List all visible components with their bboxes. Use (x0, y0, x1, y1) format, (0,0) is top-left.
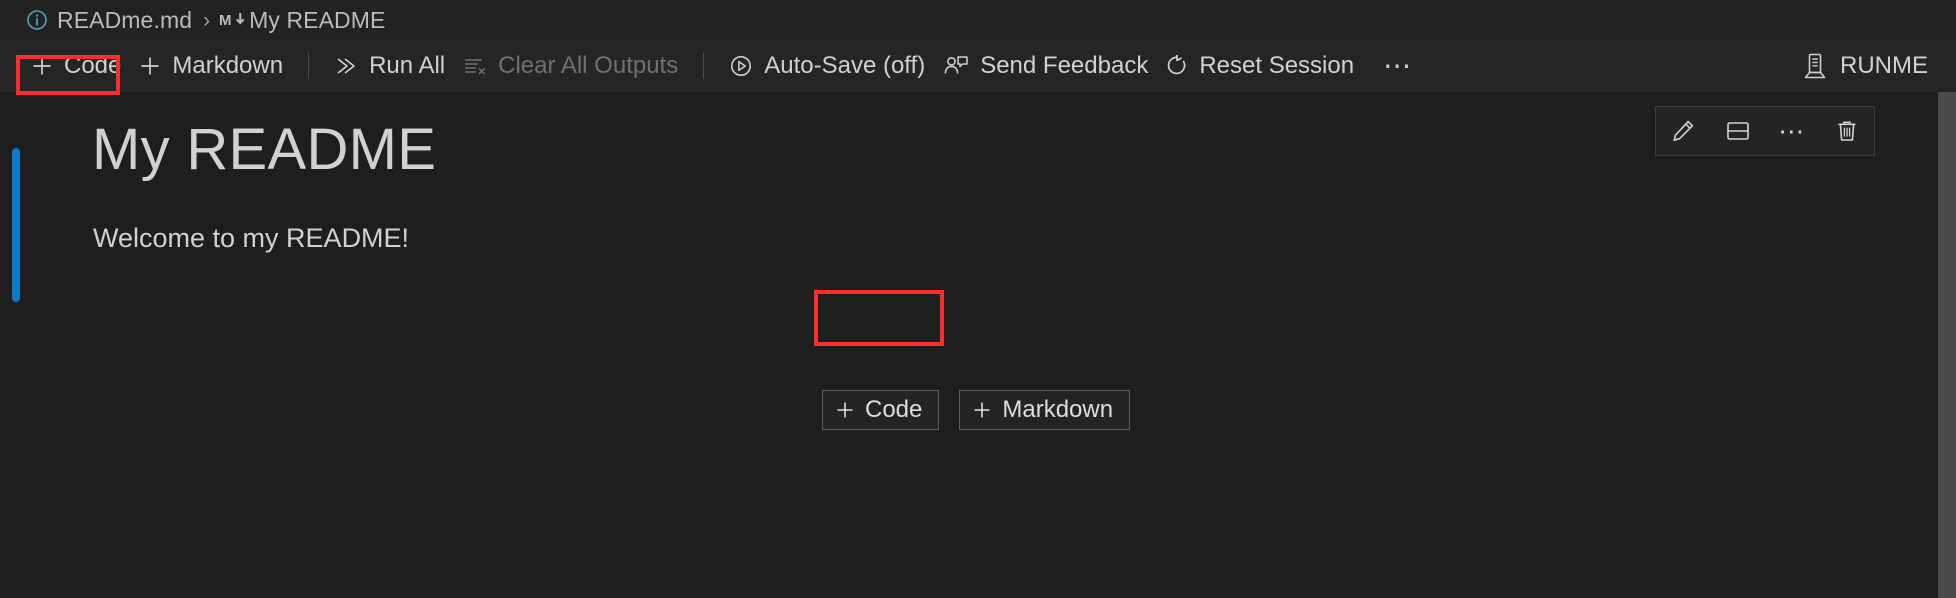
pencil-icon (1670, 118, 1696, 144)
trash-icon (1834, 118, 1860, 144)
toolbar-overflow-button[interactable]: ⋯ (1371, 48, 1425, 84)
markdown-cell-title: My README (92, 117, 437, 182)
toolbar-divider (308, 53, 310, 79)
toolbar-add-markdown-label: Markdown (172, 52, 284, 79)
markdown-icon: M (219, 9, 247, 31)
feedback-person-icon (943, 54, 969, 78)
breadcrumb-section[interactable]: M My README (219, 7, 385, 34)
toolbar-reset-session-label: Reset Session (1199, 52, 1355, 79)
breadcrumb-file-label: READme.md (57, 6, 193, 33)
plus-icon (31, 55, 53, 77)
split-cell-icon (1725, 118, 1751, 144)
toolbar-clear-all-outputs-label: Clear All Outputs (498, 52, 679, 79)
notebook-body: My README Welcome to my README! Code Mar… (0, 92, 1956, 598)
notebook-editor: READme.md › M My README Code Markdown Ru… (0, 0, 1956, 598)
breadcrumb: READme.md › M My README (0, 0, 1956, 40)
refresh-icon (1166, 54, 1188, 78)
cell-more-actions-button[interactable]: ⋯ (1770, 111, 1814, 151)
server-icon (1802, 52, 1828, 80)
kernel-selector[interactable]: RUNME (1802, 52, 1956, 80)
breadcrumb-file[interactable]: READme.md (26, 7, 192, 34)
vertical-scrollbar-thumb[interactable] (1938, 92, 1956, 598)
cell-more-label: ⋯ (1778, 116, 1807, 146)
toolbar-autosave-label: Auto-Save (off) (764, 52, 926, 79)
toolbar-reset-session-button[interactable]: Reset Session (1157, 48, 1363, 84)
split-cell-button[interactable] (1716, 111, 1760, 151)
breadcrumb-section-label: My README (249, 6, 386, 33)
breadcrumb-separator: › (203, 8, 211, 32)
toolbar-run-all-label: Run All (369, 52, 446, 79)
svg-text:M: M (219, 12, 232, 29)
inline-add-markdown-label: Markdown (1002, 396, 1114, 423)
toolbar-add-code-label: Code (64, 52, 122, 79)
toolbar-run-all-button[interactable]: Run All (325, 48, 454, 84)
toolbar-send-feedback-label: Send Feedback (980, 52, 1149, 79)
plus-icon (835, 400, 855, 420)
plus-icon (139, 55, 161, 77)
cell-toolbar: ⋯ (1655, 106, 1875, 156)
inline-add-cell-group: Code Markdown (822, 390, 1131, 430)
toolbar-send-feedback-button[interactable]: Send Feedback (934, 48, 1157, 84)
kernel-label: RUNME (1840, 52, 1928, 79)
clear-outputs-icon (463, 55, 487, 77)
markdown-cell-paragraph: Welcome to my README! (93, 223, 410, 253)
toolbar-autosave-button[interactable]: Auto-Save (off) (720, 48, 934, 84)
plus-icon (972, 400, 992, 420)
inline-add-markdown-button[interactable]: Markdown (959, 390, 1131, 430)
toolbar-divider (703, 53, 705, 79)
run-all-icon (334, 55, 358, 77)
vertical-scrollbar-track[interactable] (1938, 92, 1956, 598)
delete-cell-button[interactable] (1825, 111, 1869, 151)
toolbar-clear-all-outputs-button[interactable]: Clear All Outputs (454, 48, 687, 84)
toolbar-add-markdown-button[interactable]: Markdown (130, 48, 292, 84)
inline-add-code-button[interactable]: Code (822, 390, 940, 430)
notebook-toolbar: Code Markdown Run All Clear All Outputs … (0, 40, 1956, 92)
info-circle-icon (26, 9, 48, 31)
toolbar-add-code-button[interactable]: Code (22, 48, 130, 84)
cell-selection-indicator (12, 148, 20, 302)
play-circle-icon (729, 54, 753, 78)
inline-add-code-label: Code (865, 396, 923, 423)
edit-cell-button[interactable] (1661, 111, 1705, 151)
